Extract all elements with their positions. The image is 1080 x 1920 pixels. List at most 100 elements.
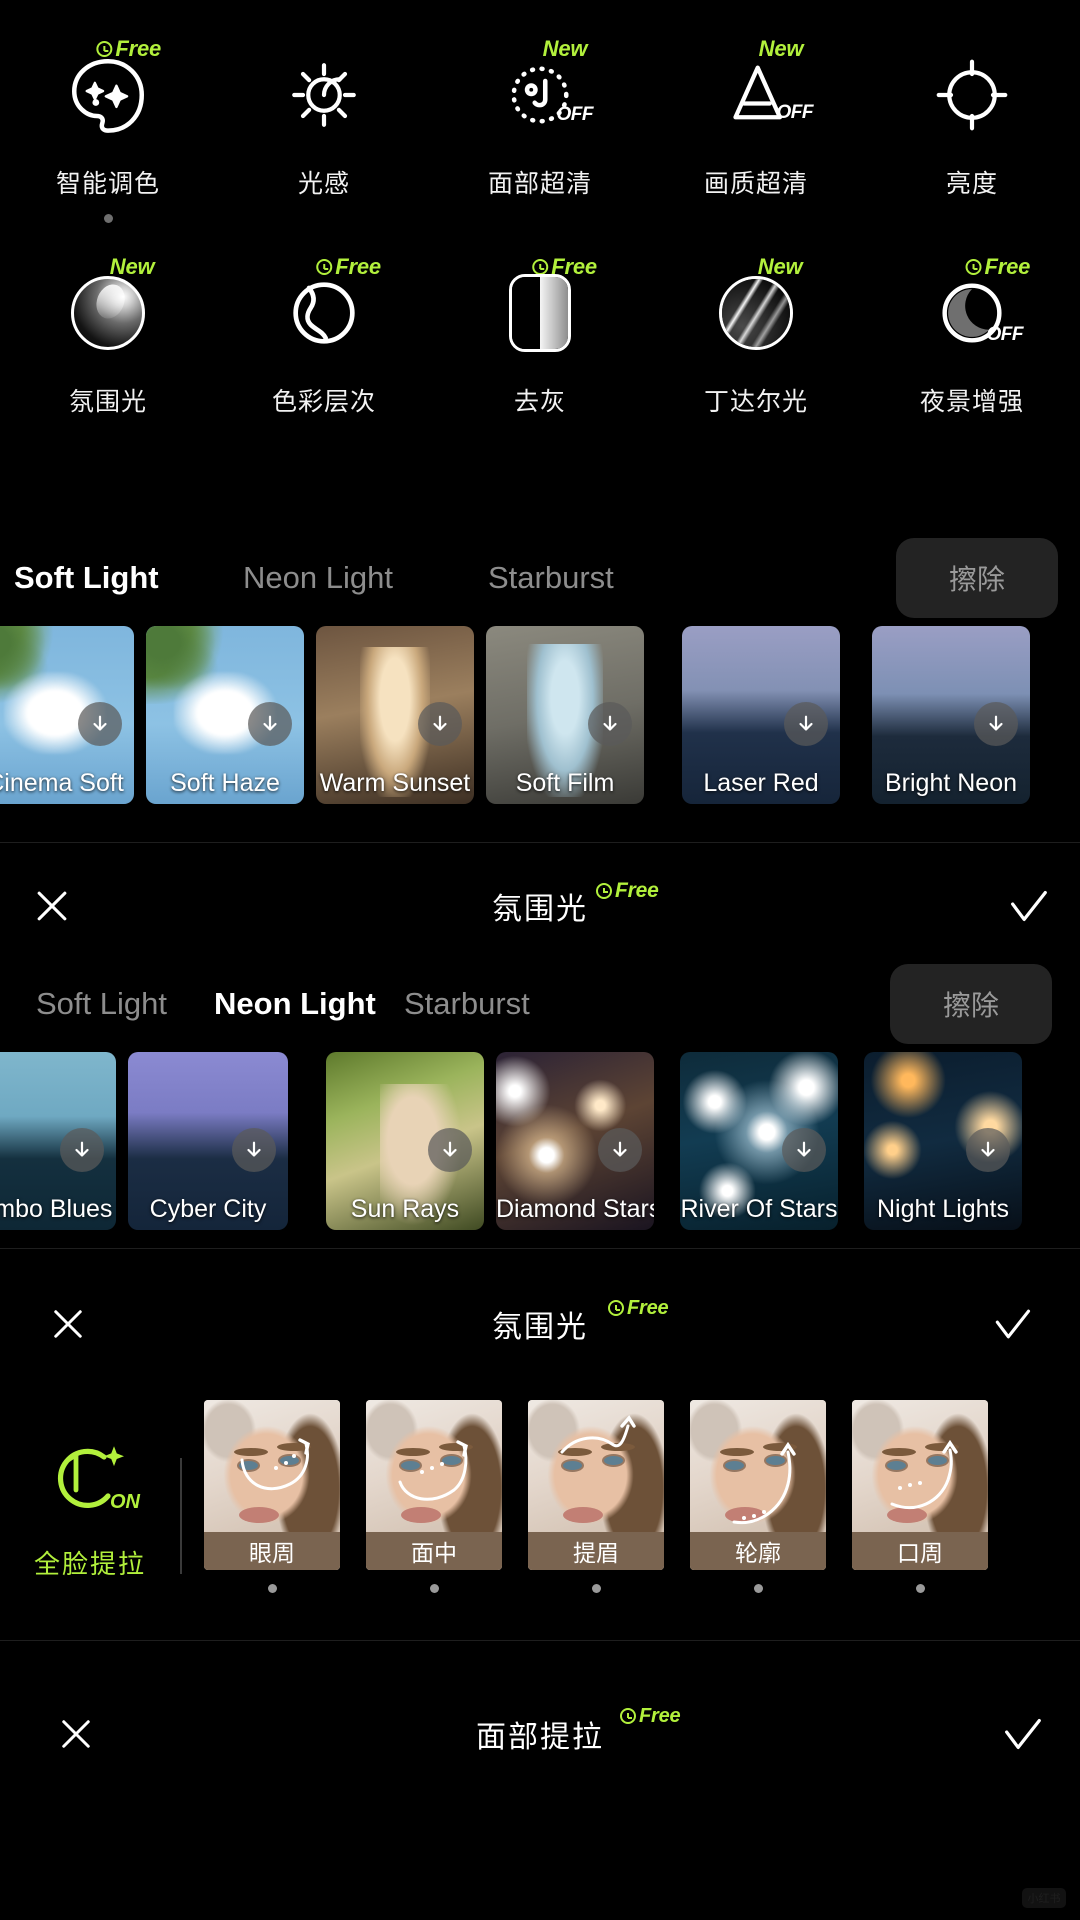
download-icon[interactable]	[428, 1128, 472, 1172]
tab-soft-light[interactable]: Soft Light	[36, 986, 167, 1022]
download-icon[interactable]	[588, 702, 632, 746]
download-icon[interactable]	[78, 702, 122, 746]
tool-smart-color[interactable]: Free 智能调色	[0, 38, 216, 223]
erase-button[interactable]: 擦除	[890, 964, 1052, 1044]
face-lift-item[interactable]: 轮廓	[690, 1400, 826, 1593]
filter-strip-soft-light[interactable]: Cinema Soft Soft Haze Warm Sunset Soft F…	[0, 626, 1080, 816]
filter-category-tabs: Soft Light Neon Light Starburst 擦除	[0, 530, 1080, 626]
filter-name: Night Lights	[876, 1195, 1010, 1223]
item-indicator-dot	[915, 1584, 925, 1593]
item-indicator-dot	[753, 1584, 763, 1593]
tool-label: 光感	[297, 170, 350, 198]
filter-thumb[interactable]: Laser Red	[682, 626, 840, 804]
download-icon[interactable]	[974, 702, 1018, 746]
face-lift-item[interactable]: 眼周	[204, 1400, 340, 1593]
divider	[180, 1458, 182, 1574]
tool-night-boost[interactable]: Free OFF 夜景增强	[864, 256, 1080, 418]
image-hd-triangle-icon: OFF	[701, 40, 813, 150]
filter-thumb[interactable]: Soft Film	[486, 626, 644, 804]
download-icon[interactable]	[60, 1128, 104, 1172]
download-icon[interactable]	[784, 702, 828, 746]
panel-title: 氛围光	[492, 1311, 588, 1344]
tool-light-sense[interactable]: 光感	[216, 40, 432, 223]
face-lift-name: 提眉	[528, 1532, 664, 1570]
full-face-lift-toggle[interactable]: ON 全脸提拉	[0, 1400, 180, 1581]
adjust-tools-row-2: New 氛围光 Free 色彩层次 Free 去灰 New 丁达尔光 Free …	[0, 256, 1080, 418]
download-icon[interactable]	[418, 702, 462, 746]
badge-label: Free	[639, 1705, 681, 1727]
tab-starburst[interactable]: Starburst	[488, 560, 614, 596]
panel-face-lift-bottom: 面部提拉 Free	[0, 1640, 1080, 1784]
close-icon[interactable]	[44, 1702, 108, 1766]
tool-ambient-light[interactable]: New 氛围光	[0, 256, 216, 418]
tool-color-gradation[interactable]: Free 色彩层次	[216, 256, 432, 418]
off-state-tag: OFF	[986, 324, 1024, 345]
filter-thumb[interactable]: Soft Haze	[146, 626, 304, 804]
tool-face-hd[interactable]: New OFF 面部超清	[432, 38, 648, 223]
face-lift-item[interactable]: 面中	[366, 1400, 502, 1593]
filter-thumb[interactable]: Bright Neon	[872, 626, 1030, 804]
filter-name: Sun Rays	[350, 1195, 460, 1223]
sun-icon	[269, 40, 379, 150]
download-icon[interactable]	[248, 702, 292, 746]
badge-free: Free	[608, 1297, 669, 1319]
tyndall-light-icon	[701, 258, 811, 368]
erase-button[interactable]: 擦除	[896, 538, 1058, 618]
tab-starburst[interactable]: Starburst	[404, 986, 530, 1022]
face-lift-item[interactable]: 提眉	[528, 1400, 664, 1593]
check-icon[interactable]	[996, 874, 1060, 938]
filter-name: River Of Stars	[680, 1195, 838, 1223]
badge-label: Free	[615, 879, 659, 902]
full-face-lift-icon: ON	[42, 1436, 140, 1528]
filter-thumb[interactable]: Diamond Stars	[496, 1052, 654, 1230]
tool-label: 去灰	[513, 388, 566, 416]
sheet-header-ambient-light-2: 氛围光 Free	[0, 1274, 1080, 1374]
check-icon[interactable]	[990, 1702, 1054, 1766]
tool-dehaze[interactable]: Free 去灰	[432, 256, 648, 418]
sheet-header-ambient-light: 氛围光 Free	[0, 856, 1080, 956]
item-indicator-dot	[267, 1584, 277, 1593]
panel-title: 面部提拉	[476, 1721, 604, 1754]
badge-free: Free	[620, 1705, 681, 1727]
download-icon[interactable]	[598, 1128, 642, 1172]
face-lift-name: 面中	[366, 1532, 502, 1570]
tab-soft-light[interactable]: Soft Light	[14, 560, 159, 596]
filter-thumb[interactable]: Mambo Blues	[0, 1052, 116, 1230]
tool-label: 夜景增强	[919, 388, 1024, 416]
face-lift-name: 轮廓	[690, 1532, 826, 1570]
filter-thumb[interactable]: Night Lights	[864, 1052, 1022, 1230]
face-hd-dotted-icon: OFF	[485, 40, 595, 150]
filter-name: Laser Red	[703, 769, 819, 797]
night-boost-moon-icon: OFF	[917, 258, 1027, 368]
download-icon[interactable]	[232, 1128, 276, 1172]
filter-thumb[interactable]: Cinema Soft	[0, 626, 134, 804]
filter-name: Cinema Soft	[0, 769, 124, 797]
tool-tyndall-light[interactable]: New 丁达尔光	[648, 256, 864, 418]
tab-neon-light[interactable]: Neon Light	[214, 986, 376, 1022]
badge-label: Free	[627, 1297, 669, 1319]
palette-sparkle-icon	[53, 40, 163, 150]
toggle-label: 全脸提拉	[33, 1549, 146, 1579]
check-icon[interactable]	[980, 1292, 1044, 1356]
dehaze-icon	[485, 258, 595, 368]
close-icon[interactable]	[36, 1292, 100, 1356]
download-icon[interactable]	[782, 1128, 826, 1172]
filter-thumb[interactable]: Sun Rays	[326, 1052, 484, 1230]
filter-thumb[interactable]: Warm Sunset	[316, 626, 474, 804]
filter-thumb[interactable]: Cyber City	[128, 1052, 288, 1230]
filter-name: Warm Sunset	[319, 769, 471, 797]
face-lift-item[interactable]: 口周	[852, 1400, 988, 1593]
tool-label: 氛围光	[68, 388, 147, 416]
filter-name: Mambo Blues	[0, 1195, 113, 1223]
tab-neon-light[interactable]: Neon Light	[243, 560, 393, 596]
filter-name: Diamond Stars	[496, 1195, 654, 1223]
filter-strip-neon-light[interactable]: Mambo Blues Cyber City Sun Rays Diamond …	[0, 1052, 1080, 1242]
item-indicator-dot	[429, 1584, 439, 1593]
tool-label: 色彩层次	[271, 388, 376, 416]
filter-thumb[interactable]: River Of Stars	[680, 1052, 838, 1230]
tool-brightness[interactable]: 亮度	[864, 40, 1080, 223]
close-icon[interactable]	[20, 874, 84, 938]
download-icon[interactable]	[966, 1128, 1010, 1172]
tool-image-hd[interactable]: New OFF 画质超清	[648, 38, 864, 223]
tool-label: 亮度	[945, 170, 998, 198]
